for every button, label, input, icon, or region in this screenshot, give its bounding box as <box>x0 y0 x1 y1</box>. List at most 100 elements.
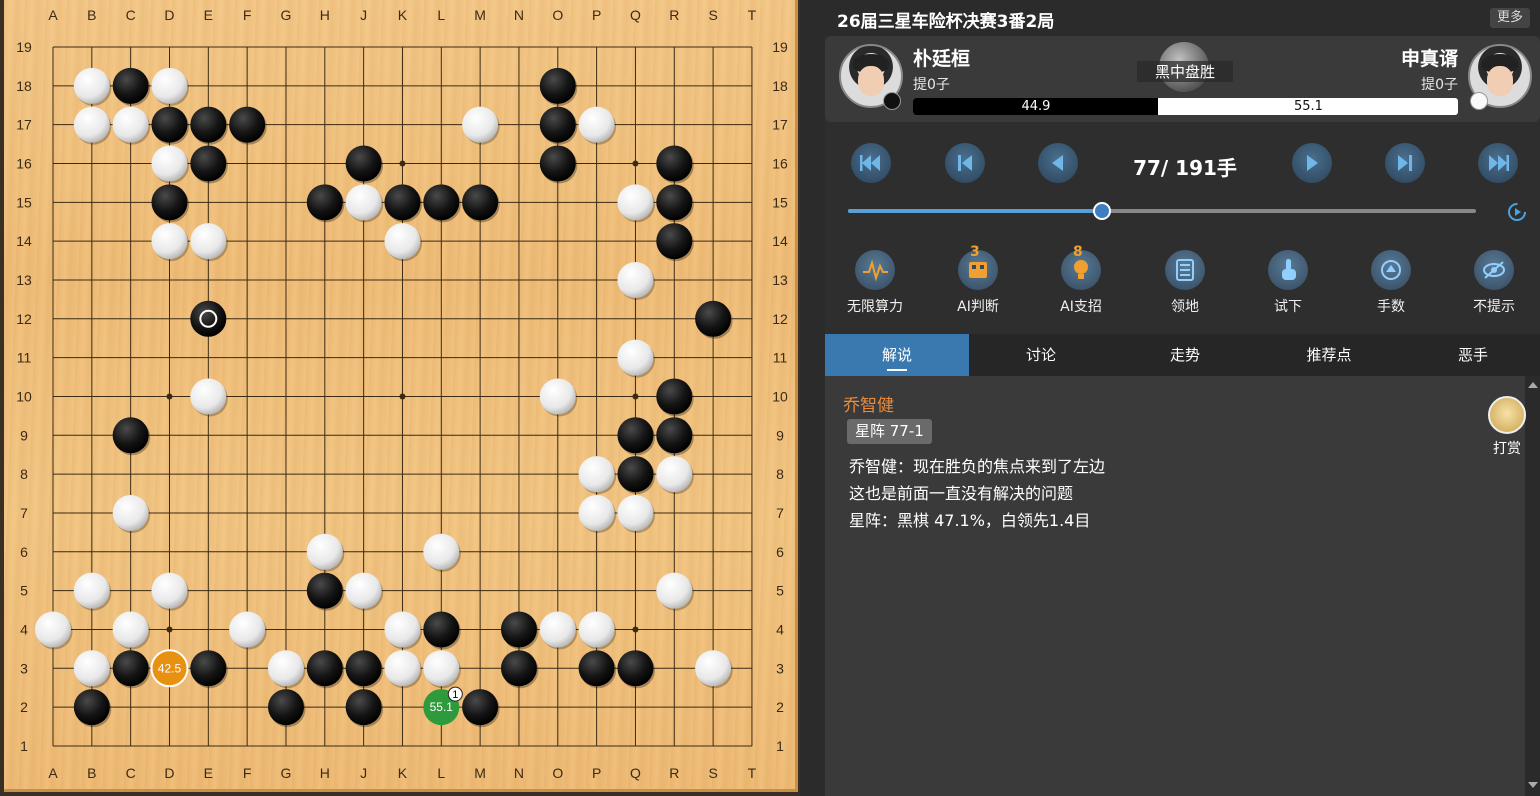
column-label: A <box>48 7 58 23</box>
more-button[interactable]: 更多 <box>1490 8 1530 28</box>
white-stone <box>423 533 460 570</box>
scroll-up-icon[interactable] <box>1528 382 1538 388</box>
tool-move-numbers[interactable]: 手数 <box>1351 250 1431 316</box>
black-stone <box>151 184 188 221</box>
commentator-name[interactable]: 乔智健 <box>843 391 894 416</box>
board-frame: A A B B C C D D E E F F G G H H J J K K L L M M N N O O P P Q Q R R S S T T 19… <box>0 0 800 796</box>
white-stone <box>306 533 343 570</box>
white-stone <box>112 494 149 531</box>
board-grid[interactable]: AABBCCDDEEFFGGHHJJKKLLMMNNOOPPQQRRSSTT19… <box>0 0 800 796</box>
column-label: H <box>320 7 330 23</box>
tool-badge: 3 <box>970 244 980 260</box>
row-label: 12 <box>772 311 788 327</box>
white-stone <box>384 223 421 260</box>
column-label: L <box>437 765 445 781</box>
black-stone <box>578 650 615 687</box>
tab-bad-moves[interactable]: 恶手 <box>1401 334 1540 376</box>
last-move-stone <box>190 300 227 337</box>
black-stone <box>229 106 266 143</box>
comment-line: 星阵：黑棋 47.1%，白领先1.4目 <box>849 511 1091 530</box>
column-label: O <box>552 765 563 781</box>
black-stone <box>267 689 304 726</box>
row-label: 10 <box>772 388 788 404</box>
column-label: G <box>281 7 292 23</box>
black-stone <box>462 689 499 726</box>
row-label: 14 <box>772 233 788 249</box>
game-title: 26届三星车险杯决赛3番2局 <box>837 12 1055 32</box>
white-stone <box>345 572 382 609</box>
tab-trend[interactable]: 走势 <box>1113 334 1257 376</box>
white-stone <box>656 456 693 493</box>
black-stone <box>617 456 654 493</box>
row-label: 5 <box>776 583 784 599</box>
reward-label: 打赏 <box>1493 441 1521 457</box>
column-label: P <box>592 7 601 23</box>
white-stone <box>267 650 304 687</box>
black-stone <box>423 184 460 221</box>
black-stone <box>617 417 654 454</box>
black-stone <box>112 650 149 687</box>
black-player-name: 朴廷桓 <box>913 48 971 70</box>
row-label: 16 <box>772 155 788 171</box>
column-label: T <box>748 7 757 23</box>
row-label: 17 <box>772 117 788 133</box>
tool-ai-judge[interactable]: 3 AI判断 <box>938 244 1018 316</box>
white-stone <box>151 223 188 260</box>
reward-button[interactable]: 打赏 <box>1487 396 1527 458</box>
column-label: K <box>398 7 408 23</box>
row-label: 19 <box>772 39 788 55</box>
tab-discussion[interactable]: 讨论 <box>969 334 1113 376</box>
white-stone <box>73 572 110 609</box>
active-tab-indicator <box>887 369 907 371</box>
black-stone <box>462 184 499 221</box>
black-captures: 提0子 <box>913 77 950 93</box>
black-stone <box>190 145 227 182</box>
white-stone <box>617 339 654 376</box>
black-stone <box>539 145 576 182</box>
black-stone <box>695 300 732 337</box>
tab-commentary[interactable]: 解说 <box>825 334 969 376</box>
black-stone <box>384 184 421 221</box>
tool-hide-hints[interactable]: 不提示 <box>1454 250 1534 316</box>
autoplay-icon[interactable] <box>1505 200 1529 224</box>
row-label: 8 <box>20 466 28 482</box>
scroll-down-icon[interactable] <box>1528 782 1538 788</box>
row-label: 14 <box>16 233 32 249</box>
prev-move-button[interactable] <box>1038 143 1078 183</box>
column-label: M <box>474 765 486 781</box>
row-label: 13 <box>16 272 32 288</box>
move-slider[interactable] <box>848 202 1476 220</box>
column-label: E <box>204 7 213 23</box>
tool-territory[interactable]: 领地 <box>1145 250 1225 316</box>
move-slider-handle[interactable] <box>1093 202 1111 220</box>
next-10-button[interactable] <box>1385 143 1425 183</box>
comment-scrollbar[interactable] <box>1525 376 1540 796</box>
next-move-button[interactable] <box>1292 143 1332 183</box>
column-label: L <box>437 7 445 23</box>
comment-line: 这也是前面一直没有解决的问题 <box>849 484 1074 503</box>
tool-try-move[interactable]: 试下 <box>1248 250 1328 316</box>
tool-unlimited-compute[interactable]: 无限算力 <box>835 250 915 316</box>
analysis-tag[interactable]: 星阵 77-1 <box>847 419 932 444</box>
white-stone <box>423 650 460 687</box>
row-label: 1 <box>20 738 28 754</box>
title-bar: 26届三星车险杯决赛3番2局 更多 <box>825 0 1540 36</box>
tool-ai-hint[interactable]: 8 AI支招 <box>1041 244 1121 316</box>
column-label: M <box>474 7 486 23</box>
last-move-button[interactable] <box>1478 143 1518 183</box>
column-label: H <box>320 765 330 781</box>
black-stone <box>500 611 537 648</box>
black-stone <box>345 650 382 687</box>
tab-recommended[interactable]: 推荐点 <box>1257 334 1401 376</box>
skip-to-end-icon <box>1489 155 1509 171</box>
black-stone <box>112 417 149 454</box>
black-stone <box>151 106 188 143</box>
black-stone <box>656 417 693 454</box>
white-stone <box>656 572 693 609</box>
white-stone <box>539 378 576 415</box>
first-move-button[interactable] <box>851 143 891 183</box>
prev-10-button[interactable] <box>945 143 985 183</box>
move-slider-fill <box>848 209 1101 213</box>
black-stone <box>656 378 693 415</box>
tool-label: AI判断 <box>957 299 999 315</box>
